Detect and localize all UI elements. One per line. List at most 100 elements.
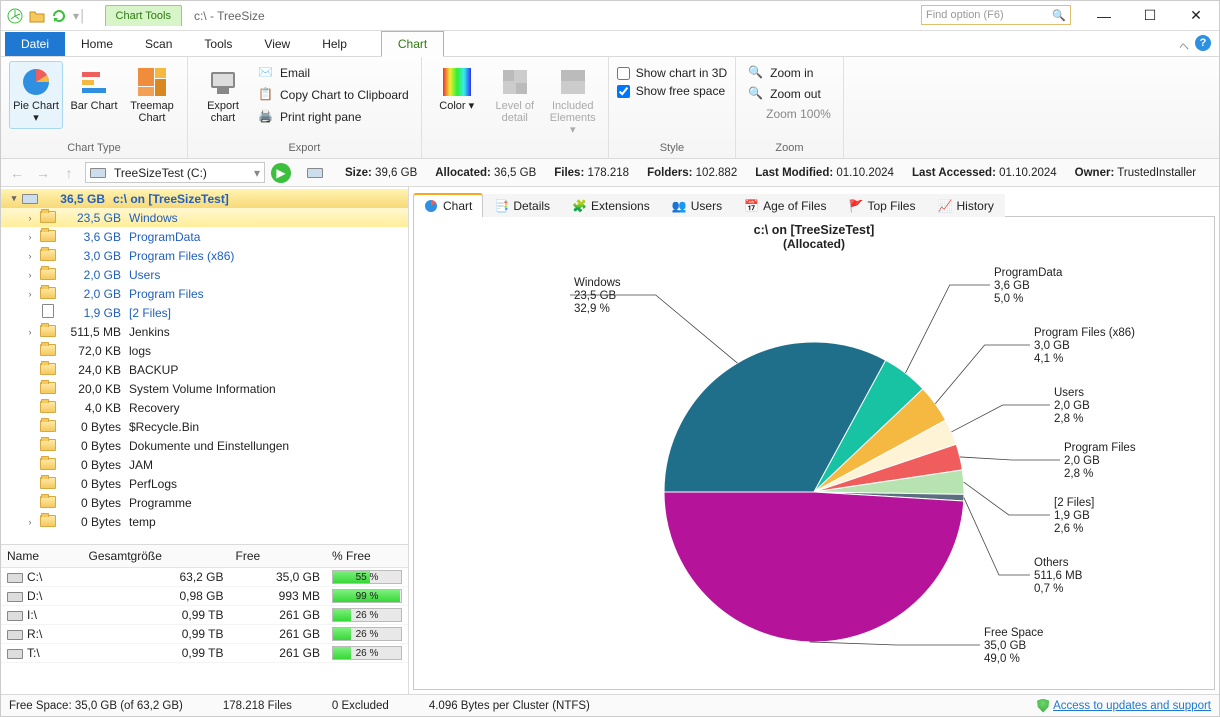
level-detail-button: Level of detail (488, 61, 542, 129)
tree-root[interactable]: ▾36,5 GB c:\ on [TreeSizeTest] (1, 189, 408, 208)
drive-row[interactable]: C:\63,2 GB35,0 GB55 % (1, 568, 408, 587)
status-link[interactable]: Access to updates and support (1037, 699, 1211, 713)
tab-file[interactable]: Datei (5, 32, 65, 56)
tree-row[interactable]: 4,0 KB Recovery (1, 398, 408, 417)
tree-row[interactable]: 0 Bytes PerfLogs (1, 474, 408, 493)
directory-tree[interactable]: ▾36,5 GB c:\ on [TreeSizeTest]›23,5 GB W… (1, 187, 408, 544)
titlebar: ▾│ Chart Tools c:\ - TreeSize Find optio… (1, 1, 1219, 31)
drives-table[interactable]: Name Gesamtgröße Free % Free C:\63,2 GB3… (1, 545, 408, 663)
level-detail-icon (499, 66, 531, 98)
refresh-icon[interactable] (51, 8, 67, 24)
zoom-100-button[interactable]: Zoom 100% (744, 105, 835, 123)
email-button[interactable]: ✉️Email (254, 63, 413, 83)
viewtab-top[interactable]: 🚩 Top Files (837, 194, 926, 217)
viewtab-age[interactable]: 📅Age of Files (733, 194, 837, 217)
stat-size-label: Size: (345, 167, 372, 179)
tab-scan[interactable]: Scan (129, 32, 188, 56)
viewtab-details-label: Details (513, 199, 550, 213)
pie-chart-button[interactable]: Pie Chart ▾ (9, 61, 63, 129)
status-excluded: 0 Excluded (332, 700, 389, 712)
col-name[interactable]: Name (1, 545, 83, 568)
tree-row[interactable]: 20,0 KB System Volume Information (1, 379, 408, 398)
export-chart-button[interactable]: Export chart (196, 61, 250, 129)
tree-row[interactable]: 72,0 KB logs (1, 341, 408, 360)
stat-size-value: 39,6 GB (375, 167, 417, 179)
tree-row[interactable]: 0 Bytes Programme (1, 493, 408, 512)
maximize-button[interactable]: ☐ (1127, 1, 1173, 30)
tab-help[interactable]: Help (306, 32, 363, 56)
email-icon: ✉️ (258, 65, 274, 81)
title-area: Chart Tools c:\ - TreeSize (93, 1, 921, 30)
zoom-out-button[interactable]: 🔍Zoom out (744, 84, 825, 104)
tree-row[interactable]: ›3,6 GB ProgramData (1, 227, 408, 246)
zoom-in-button[interactable]: 🔍Zoom in (744, 63, 817, 83)
path-combo[interactable]: TreeSizeTest (C:) ▾ (85, 162, 265, 183)
app-icon (7, 8, 23, 24)
close-button[interactable]: ✕ (1173, 1, 1219, 30)
tab-tools[interactable]: Tools (188, 32, 248, 56)
treemap-chart-button[interactable]: Treemap Chart (125, 61, 179, 129)
chevron-down-icon: ▾ (254, 166, 260, 180)
stat-acc-label: Last Accessed: (912, 167, 996, 179)
tab-view[interactable]: View (248, 32, 306, 56)
pie-chart-icon (20, 66, 52, 98)
show-3d-checkbox[interactable]: Show chart in 3D (617, 65, 727, 81)
copy-chart-button[interactable]: 📋Copy Chart to Clipboard (254, 85, 413, 105)
pie-slice[interactable] (664, 492, 964, 642)
pie-icon (424, 199, 438, 213)
show-free-space-checkbox[interactable]: Show free space (617, 83, 725, 99)
col-pct[interactable]: % Free (326, 545, 408, 568)
bar-chart-button[interactable]: Bar Chart (67, 61, 121, 117)
history-icon: 📈 (937, 199, 951, 213)
pie-slice-label: Others511,6 MB0,7 % (1034, 557, 1082, 596)
zoom-in-icon: 🔍 (748, 65, 764, 81)
stat-mod-label: Last Modified: (755, 167, 833, 179)
nav-back-button[interactable]: ← (7, 163, 27, 183)
drive-row[interactable]: T:\0,99 TB261 GB26 % (1, 644, 408, 663)
nav-up-button[interactable]: ↑ (59, 163, 79, 183)
show-3d-check-input[interactable] (617, 67, 630, 80)
search-icon: 🔍 (1052, 9, 1066, 22)
stat-acc-value: 01.10.2024 (999, 167, 1057, 179)
color-label: Color ▾ (433, 100, 481, 112)
viewtab-users[interactable]: 👥Users (661, 194, 733, 217)
stat-alloc-value: 36,5 GB (494, 167, 536, 179)
show-free-check-input[interactable] (617, 85, 630, 98)
minimize-button[interactable]: — (1081, 1, 1127, 30)
col-total[interactable]: Gesamtgröße (83, 545, 230, 568)
tab-home[interactable]: Home (65, 32, 129, 56)
tree-row[interactable]: 0 Bytes Dokumente und Einstellungen (1, 436, 408, 455)
tab-chart[interactable]: Chart (381, 31, 444, 57)
help-icon[interactable]: ? (1195, 35, 1211, 51)
viewtab-top-label: Top Files (867, 199, 915, 213)
tree-row[interactable]: ›511,5 MB Jenkins (1, 322, 408, 341)
path-text: TreeSizeTest (C:) (114, 166, 207, 180)
drive-row[interactable]: I:\0,99 TB261 GB26 % (1, 606, 408, 625)
tree-row[interactable]: 0 Bytes JAM (1, 455, 408, 474)
scan-button[interactable]: ▶ (271, 163, 291, 183)
tree-row[interactable]: ›2,0 GB Users (1, 265, 408, 284)
viewtab-history[interactable]: 📈History (926, 194, 1004, 217)
search-box[interactable]: Find option (F6) 🔍 (921, 5, 1071, 25)
clipboard-icon: 📋 (258, 87, 274, 103)
tree-row[interactable]: 24,0 KB BACKUP (1, 360, 408, 379)
tree-row[interactable]: ›3,0 GB Program Files (x86) (1, 246, 408, 265)
flag-icon: 🚩 (848, 199, 862, 213)
tree-row[interactable]: ›2,0 GB Program Files (1, 284, 408, 303)
collapse-ribbon-icon[interactable]: ヘ (1179, 38, 1189, 53)
tree-row[interactable]: ›23,5 GB Windows (1, 208, 408, 227)
viewtab-age-label: Age of Files (763, 199, 826, 213)
viewtab-chart[interactable]: Chart (413, 193, 483, 217)
tree-row[interactable]: 0 Bytes $Recycle.Bin (1, 417, 408, 436)
print-button[interactable]: 🖨️Print right pane (254, 107, 413, 127)
viewtab-details[interactable]: 📑Details (483, 194, 561, 217)
tree-row[interactable]: ›0 Bytes temp (1, 512, 408, 531)
open-icon[interactable] (29, 8, 45, 24)
drive-row[interactable]: D:\0,98 GB993 MB99 % (1, 587, 408, 606)
col-free[interactable]: Free (230, 545, 327, 568)
nav-forward-button[interactable]: → (33, 163, 53, 183)
drive-row[interactable]: R:\0,99 TB261 GB26 % (1, 625, 408, 644)
tree-row[interactable]: 1,9 GB [2 Files] (1, 303, 408, 322)
viewtab-extensions[interactable]: 🧩Extensions (561, 194, 661, 217)
color-button[interactable]: Color ▾ (430, 61, 484, 117)
